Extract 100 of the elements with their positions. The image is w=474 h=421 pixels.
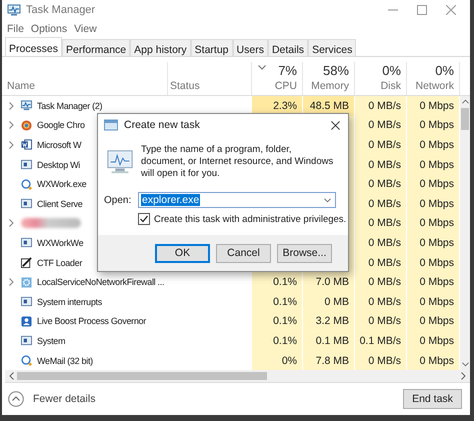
column-header[interactable]: Status (168, 62, 252, 95)
scrollbar-thumb[interactable] (461, 108, 469, 130)
process-name: Live Boost Process Governor (37, 316, 146, 326)
open-label: Open: (104, 194, 132, 206)
chat-bubble-icon (21, 178, 32, 190)
column-header[interactable]: 7% CPU (252, 62, 303, 95)
process-name: LocalServiceNoNetworkFirewall ... (37, 277, 164, 288)
process-name: CTF Loader (37, 258, 82, 268)
close-icon[interactable] (331, 120, 340, 130)
gear-icon (21, 276, 32, 288)
window-icon (21, 335, 32, 346)
scroll-down-icon[interactable] (462, 362, 468, 368)
column-header[interactable]: Name (5, 62, 168, 95)
tab[interactable]: Startup (190, 39, 233, 56)
window-icon (21, 237, 32, 248)
document-icon (21, 139, 32, 150)
chat-bubble-icon (21, 355, 32, 366)
table-cell: 0 Mbps (407, 350, 460, 370)
window-title: Task Manager (26, 4, 96, 16)
table-cell: 7.0 MB (303, 272, 355, 292)
table-cell: 0 Mbps (407, 154, 460, 174)
column-header[interactable]: 0% Network (407, 62, 460, 95)
process-name: WXWorkWe (37, 238, 84, 248)
table-cell: 0 MB/s (355, 154, 407, 174)
table-cell: 0 MB/s (355, 233, 407, 253)
tab[interactable]: Details (268, 39, 308, 56)
table-cell: 0 Mbps (407, 96, 460, 116)
table-cell: 0 Mbps (407, 252, 460, 272)
window-icon (21, 296, 32, 308)
table-cell: 0.1 MB (303, 331, 355, 351)
vertical-scrollbar[interactable] (460, 96, 470, 370)
expand-chevron-icon[interactable] (9, 278, 14, 286)
table-cell: 0 MB/s (355, 174, 407, 194)
monitor-icon (21, 100, 32, 112)
expand-chevron-icon[interactable] (9, 140, 14, 149)
table-cell: 7.8 MB (303, 350, 355, 370)
tab[interactable]: App history (130, 39, 191, 56)
expand-chevron-icon[interactable] (9, 102, 14, 110)
table-cell: 0.1% (252, 292, 303, 312)
browser-icon (21, 120, 32, 131)
scrollbar-thumb[interactable] (17, 372, 267, 380)
collapse-icon[interactable] (8, 391, 24, 408)
horizontal-scrollbar[interactable] (5, 370, 470, 384)
table-cell: 0.1% (252, 272, 303, 292)
table-cell: 0 Mbps (407, 272, 460, 292)
table-cell: 0 Mbps (407, 135, 460, 155)
menu-item[interactable]: Options (30, 22, 68, 34)
dialog-button[interactable]: Cancel (216, 244, 271, 262)
redacted-name (21, 218, 81, 228)
table-cell: 0 Mbps (407, 331, 460, 351)
dialog-button[interactable]: OK (155, 244, 210, 262)
menu-item[interactable]: File (7, 22, 24, 34)
process-name: Google Chro (37, 120, 85, 130)
table-cell: 0 MB/s (355, 96, 407, 116)
tab[interactable]: Performance (62, 39, 130, 56)
table-cell: 3.2 MB (303, 312, 355, 332)
table-cell: 0 Mbps (407, 116, 460, 136)
expand-chevron-icon[interactable] (9, 219, 14, 228)
window-icon (21, 159, 32, 170)
scroll-left-icon[interactable] (9, 372, 14, 380)
table-cell: 0 Mbps (407, 194, 460, 214)
table-cell: 0 MB/s (355, 135, 407, 155)
monitor-icon (7, 4, 21, 16)
checkbox[interactable] (138, 213, 150, 225)
process-name: WXWork.exe (37, 179, 86, 190)
process-name: Microsoft W (37, 140, 82, 150)
expand-chevron-icon[interactable] (9, 121, 14, 130)
scroll-right-icon[interactable] (461, 372, 466, 380)
table-cell: 0 Mbps (407, 214, 460, 234)
end-task-button[interactable]: End task (403, 389, 462, 410)
process-name: WeMail (32 bit) (37, 356, 93, 366)
maximize-icon[interactable] (417, 5, 427, 15)
table-cell: 0 Mbps (407, 233, 460, 253)
tab[interactable]: Services (308, 39, 356, 56)
open-combobox[interactable]: explorer.exe (138, 192, 336, 208)
table-cell: 0 MB/s (355, 116, 407, 136)
tab[interactable]: Users (232, 39, 268, 56)
table-cell: 0.1% (252, 331, 303, 351)
dialog-message: Type the name of a program, folder, document, or Internet resource, and Windows will open it for you. (141, 144, 334, 180)
dialog-title: Create new task (124, 119, 200, 131)
user-icon (21, 316, 32, 327)
checkbox-label: Create this task with administrative privileges. (154, 214, 346, 224)
column-header[interactable]: 58% Memory (303, 62, 355, 95)
table-cell: 0 MB/s (355, 194, 407, 214)
dialog-button[interactable]: Browse... (277, 244, 332, 262)
table-cell: 0.1% (252, 312, 303, 332)
process-name: Client Serve (37, 198, 82, 209)
table-cell: 0 Mbps (407, 174, 460, 194)
column-header[interactable]: 0% Disk (355, 62, 407, 95)
table-cell: 0.1 MB/s (355, 331, 407, 351)
table-cell: 0 MB/s (355, 214, 407, 234)
table-cell: 0 Mbps (407, 292, 460, 312)
window-icon (21, 198, 32, 210)
tab[interactable]: Processes (5, 37, 62, 56)
scroll-up-icon[interactable] (462, 99, 468, 104)
menu-item[interactable]: View (74, 22, 97, 34)
fewer-details-link[interactable]: Fewer details (33, 393, 96, 406)
process-name: System (37, 336, 66, 346)
table-cell: 0% (252, 350, 303, 370)
table-cell: 0 Mbps (407, 312, 460, 332)
